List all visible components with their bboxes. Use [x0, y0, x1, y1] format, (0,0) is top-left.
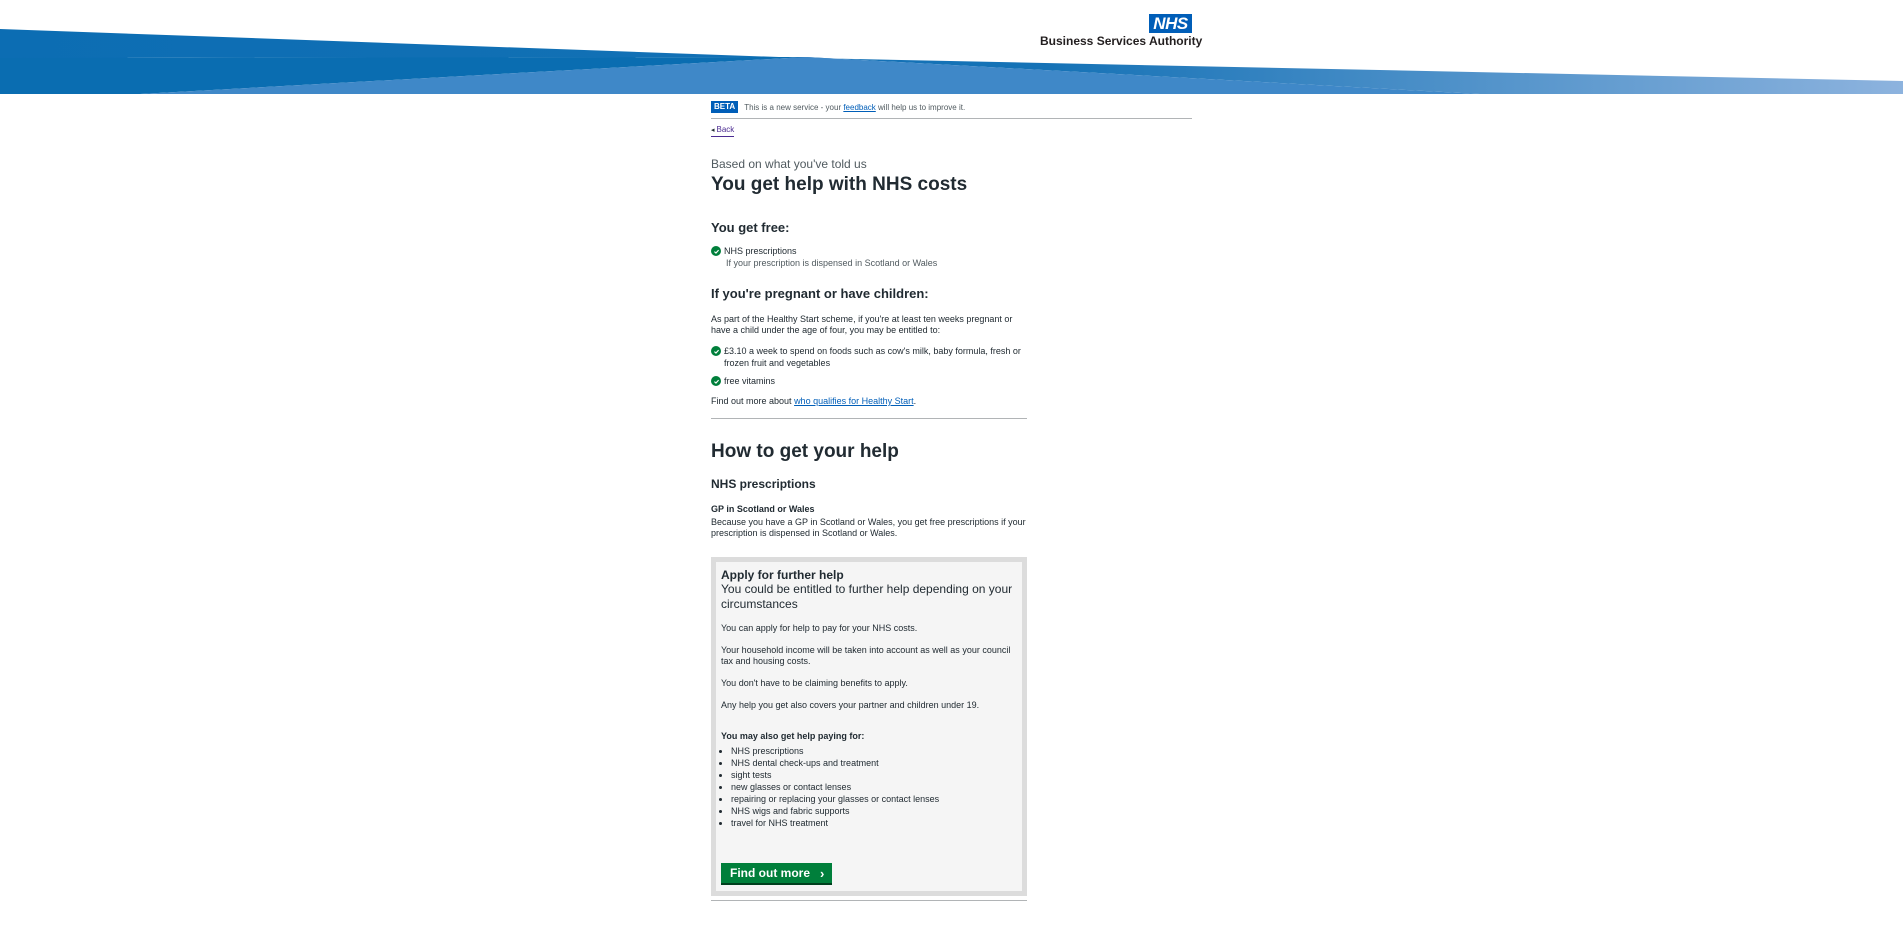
free-heading: You get free:	[711, 220, 790, 235]
organisation-name: Business Services Authority	[1040, 34, 1203, 48]
free-list: NHS prescriptions If your prescription i…	[711, 245, 1027, 269]
beta-banner: BETA This is a new service - your feedba…	[711, 98, 1192, 119]
panel-paragraph: Any help you get also covers your partne…	[721, 700, 980, 710]
healthy-start-intro: As part of the Healthy Start scheme, if …	[711, 314, 1013, 335]
beta-tag: BETA	[711, 101, 739, 113]
panel-title: Apply for further help	[721, 568, 844, 582]
list-item: repairing or replacing your glasses or c…	[731, 793, 1017, 805]
find-out-more-button[interactable]: Find out more ›	[721, 863, 833, 885]
further-help-panel: Apply for further help You could be enti…	[711, 557, 1027, 896]
results-column: Based on what you've told us You get hel…	[711, 157, 1027, 901]
panel-list-heading: You may also get help paying for:	[721, 731, 865, 741]
section-divider	[711, 900, 1027, 901]
page-caption: Based on what you've told us	[711, 157, 867, 171]
page-title: You get help with NHS costs	[711, 174, 968, 195]
prescription-note: If your prescription is dispensed in Sco…	[726, 258, 938, 268]
healthy-start-link[interactable]: who qualifies for Healthy Start	[794, 396, 914, 406]
list-item: new glasses or contact lenses	[731, 781, 1017, 793]
nhs-logo[interactable]: NHS	[1149, 14, 1192, 33]
check-circle-icon	[711, 246, 721, 256]
panel-subtitle: You could be entitled to further help de…	[721, 582, 1013, 611]
how-to-get-help-title: How to get your help	[711, 441, 899, 462]
find-out-more-text: Find out more about who qualifies for He…	[711, 396, 917, 406]
list-item: travel for NHS treatment	[731, 817, 1017, 829]
panel-paragraph: You don't have to be claiming benefits t…	[721, 678, 908, 688]
section-divider	[711, 418, 1027, 419]
help-list: NHS prescriptions NHS dental check-ups a…	[721, 745, 1017, 829]
panel-paragraph: You can apply for help to pay for your N…	[721, 623, 918, 633]
gp-heading: GP in Scotland or Wales	[711, 504, 815, 514]
list-item: £3.10 a week to spend on foods such as c…	[711, 345, 1027, 369]
header-wave-banner	[0, 29, 1903, 94]
healthy-start-list: £3.10 a week to spend on foods such as c…	[711, 345, 1027, 387]
gp-text: Because you have a GP in Scotland or Wal…	[711, 517, 1026, 538]
list-item: NHS prescriptions	[711, 245, 1027, 257]
prescriptions-heading: NHS prescriptions	[711, 477, 816, 491]
check-circle-icon	[711, 376, 721, 386]
list-item: NHS wigs and fabric supports	[731, 805, 1017, 817]
button-label: Find out more	[730, 866, 810, 880]
feedback-link[interactable]: feedback	[843, 103, 875, 112]
panel-paragraph: Your household income will be taken into…	[721, 645, 1011, 666]
chevron-right-icon: ›	[820, 865, 825, 881]
list-item: NHS dental check-ups and treatment	[731, 757, 1017, 769]
back-link[interactable]: ◂ Back	[711, 125, 735, 137]
list-item: free vitamins	[711, 375, 1027, 387]
list-item: sight tests	[731, 769, 1017, 781]
beta-message: This is a new service - your feedback wi…	[744, 102, 966, 112]
pregnant-heading: If you're pregnant or have children:	[711, 286, 929, 301]
list-item: NHS prescriptions	[731, 745, 1017, 757]
back-arrow-icon: ◂	[711, 127, 715, 134]
check-circle-icon	[711, 346, 721, 356]
main-container: BETA This is a new service - your feedba…	[711, 98, 1192, 901]
